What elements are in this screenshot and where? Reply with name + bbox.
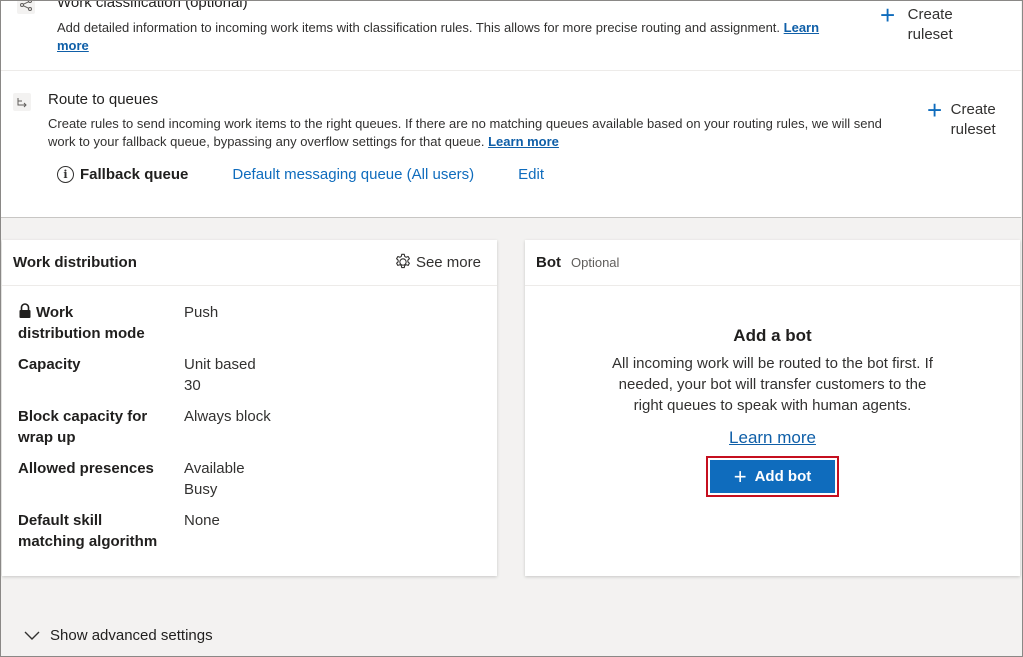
row-value: Available Busy — [184, 460, 245, 498]
fallback-queue-edit-link[interactable]: Edit — [518, 166, 544, 183]
add-bot-button[interactable]: + Add bot — [710, 460, 835, 493]
row-key: Default skill matching algorithm — [18, 512, 158, 550]
info-icon: i — [57, 166, 74, 183]
bot-empty-state: Add a bot All incoming work will be rout… — [525, 326, 1020, 448]
create-classification-ruleset-button[interactable]: + Create ruleset — [880, 0, 955, 45]
row-skill-matching: Default skill matching algorithm None — [18, 510, 478, 552]
route-to-queues-description: Create rules to send incoming work items… — [48, 116, 882, 149]
row-capacity: Capacity Unit based 30 — [18, 354, 478, 396]
fallback-queue-label: Fallback queue — [80, 166, 189, 183]
row-key: Allowed presences — [18, 460, 154, 477]
bot-card: Bot Optional Add a bot All incoming work… — [525, 240, 1020, 576]
work-distribution-header: Work distribution See more — [2, 240, 497, 286]
plus-icon: + — [927, 95, 943, 125]
row-value: Push — [184, 304, 219, 321]
gear-icon — [396, 253, 410, 269]
row-key: Block capacity for wrap up — [18, 408, 148, 446]
add-bot-highlight: + Add bot — [706, 456, 839, 497]
row-value: Unit based 30 — [184, 356, 256, 394]
row-key: Work distribution mode — [18, 303, 145, 342]
row-work-distribution-mode: Work distribution mode Push — [18, 302, 478, 344]
bot-optional-label: Optional — [571, 255, 620, 270]
route-to-queues-title: Route to queues — [48, 91, 159, 108]
show-advanced-settings-toggle[interactable]: Show advanced settings — [24, 627, 213, 644]
routing-steps-panel: Work classification (optional) Add detai… — [1, 0, 1021, 218]
bot-header: Bot Optional — [525, 240, 1020, 286]
chevron-down-icon — [24, 631, 40, 640]
work-distribution-title: Work distribution — [13, 254, 137, 271]
lock-icon — [19, 303, 31, 318]
plus-icon: + — [733, 463, 747, 489]
route-to-queues-learn-more-link[interactable]: Learn more — [488, 134, 559, 149]
bot-title-row: Bot Optional — [536, 254, 619, 271]
fallback-queue-row: i Fallback queue Default messaging queue… — [57, 166, 544, 183]
row-value: Always block — [184, 408, 271, 425]
work-classification-step: Work classification (optional) Add detai… — [1, 0, 1021, 70]
row-block-capacity: Block capacity for wrap up Always block — [18, 406, 478, 448]
add-bot-heading: Add a bot — [733, 326, 812, 345]
bot-title: Bot — [536, 254, 561, 271]
row-allowed-presences: Allowed presences Available Busy — [18, 458, 478, 500]
row-value: None — [184, 512, 220, 529]
row-key: Capacity — [18, 356, 81, 373]
work-distribution-card: Work distribution See more Work distribut… — [2, 240, 497, 576]
route-to-queues-step: Route to queues Create rules to send inc… — [1, 71, 1021, 218]
create-route-ruleset-button[interactable]: + Create ruleset — [927, 95, 998, 140]
work-distribution-rows: Work distribution mode Push Capacity Unit… — [18, 302, 478, 562]
fallback-queue-link[interactable]: Default messaging queue (All users) — [232, 166, 474, 183]
bot-learn-more-link[interactable]: Learn more — [729, 428, 816, 448]
work-classification-description: Add detailed information to incoming wor… — [57, 20, 820, 53]
see-more-button[interactable]: See more — [394, 253, 481, 271]
share-nodes-icon — [17, 0, 35, 14]
plus-icon: + — [880, 0, 896, 30]
work-classification-title: Work classification (optional) — [57, 0, 248, 11]
add-bot-description: All incoming work will be routed to the … — [612, 355, 933, 414]
route-arrows-icon — [13, 93, 31, 111]
